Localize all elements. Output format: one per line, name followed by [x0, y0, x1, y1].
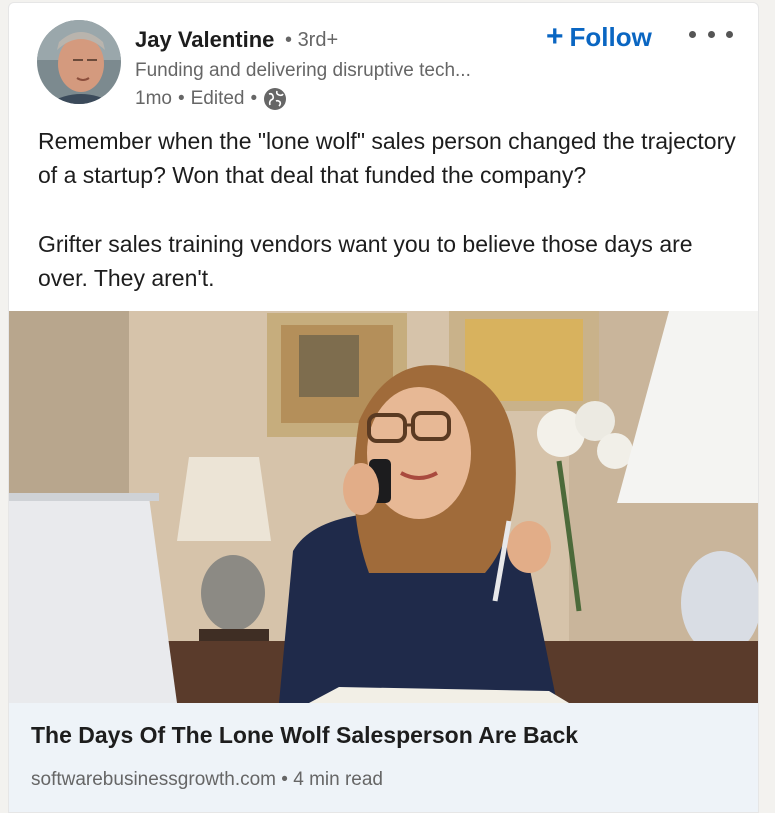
dot — [689, 30, 696, 38]
author-headline: Funding and delivering disruptive tech..… — [135, 60, 471, 81]
edited-label: Edited — [190, 88, 245, 109]
separator-dot: • — [177, 88, 185, 109]
globe-icon — [264, 88, 287, 110]
read-time: 4 min read — [293, 769, 383, 790]
author-name[interactable]: Jay Valentine — [135, 27, 274, 53]
post-time: 1mo — [135, 88, 172, 109]
article-link[interactable]: The Days Of The Lone Wolf Salesperson Ar… — [9, 703, 758, 812]
post-paragraph: Remember when the "lone wolf" sales pers… — [38, 128, 736, 188]
connection-degree: • 3rd+ — [285, 29, 339, 51]
article-image[interactable] — [9, 311, 758, 703]
follow-button[interactable]: + Follow — [546, 19, 652, 55]
dot — [707, 30, 715, 38]
separator-dot: • — [281, 769, 294, 790]
more-options-icon[interactable] — [689, 21, 733, 47]
post-meta: 1mo • Edited • — [135, 87, 287, 111]
post-body: Remember when the "lone wolf" sales pers… — [38, 124, 738, 330]
separator-dot: • — [250, 88, 258, 109]
article-meta: softwarebusinessgrowth.com • 4 min read — [31, 769, 383, 791]
article-title: The Days Of The Lone Wolf Salesperson Ar… — [31, 722, 579, 748]
plus-icon: + — [546, 20, 564, 53]
author-avatar[interactable] — [37, 20, 121, 104]
dot — [726, 30, 733, 38]
post-paragraph: Grifter sales training vendors want you … — [38, 231, 693, 291]
degree-label: 3rd+ — [297, 29, 339, 51]
feed-post-card: Jay Valentine • 3rd+ Funding and deliver… — [8, 2, 759, 813]
article-source: softwarebusinessgrowth.com — [31, 769, 276, 790]
follow-label: Follow — [569, 21, 652, 52]
